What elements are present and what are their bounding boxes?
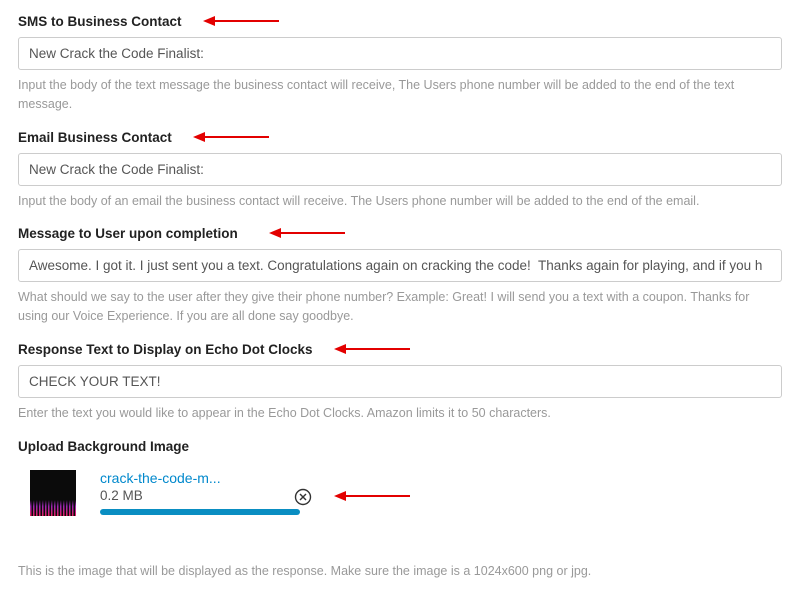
- annotation-arrow-icon: [334, 490, 412, 505]
- email-label: Email Business Contact: [18, 130, 172, 145]
- file-name-link[interactable]: crack-the-code-m...: [100, 470, 782, 486]
- email-business-contact-group: Email Business Contact Input the body of…: [18, 130, 782, 211]
- email-help: Input the body of an email the business …: [18, 192, 782, 211]
- upload-label: Upload Background Image: [18, 439, 782, 454]
- file-meta: crack-the-code-m... 0.2 MB: [100, 470, 782, 515]
- sms-input[interactable]: [18, 37, 782, 70]
- sms-label: SMS to Business Contact: [18, 14, 182, 29]
- user-message-input[interactable]: [18, 249, 782, 282]
- upload-row: crack-the-code-m... 0.2 MB: [18, 466, 782, 524]
- user-message-label: Message to User upon completion: [18, 226, 238, 241]
- echo-text-help: Enter the text you would like to appear …: [18, 404, 782, 423]
- file-size: 0.2 MB: [100, 488, 782, 503]
- upload-progress: [100, 509, 300, 515]
- remove-file-button[interactable]: [294, 488, 312, 506]
- upload-thumbnail: [30, 470, 76, 516]
- annotation-arrow-icon: [334, 343, 412, 358]
- annotation-arrow-icon: [269, 227, 347, 242]
- user-message-help: What should we say to the user after the…: [18, 288, 782, 326]
- echo-text-label: Response Text to Display on Echo Dot Clo…: [18, 342, 313, 357]
- annotation-arrow-icon: [203, 15, 281, 30]
- upload-background-group: Upload Background Image crack-the-code-m…: [18, 439, 782, 578]
- echo-text-input[interactable]: [18, 365, 782, 398]
- user-message-group: Message to User upon completion What sho…: [18, 226, 782, 326]
- email-input[interactable]: [18, 153, 782, 186]
- annotation-arrow-icon: [193, 131, 271, 146]
- upload-help: This is the image that will be displayed…: [18, 564, 782, 578]
- upload-progress-bar: [100, 509, 300, 515]
- echo-text-group: Response Text to Display on Echo Dot Clo…: [18, 342, 782, 423]
- sms-help: Input the body of the text message the b…: [18, 76, 782, 114]
- sms-business-contact-group: SMS to Business Contact Input the body o…: [18, 14, 782, 114]
